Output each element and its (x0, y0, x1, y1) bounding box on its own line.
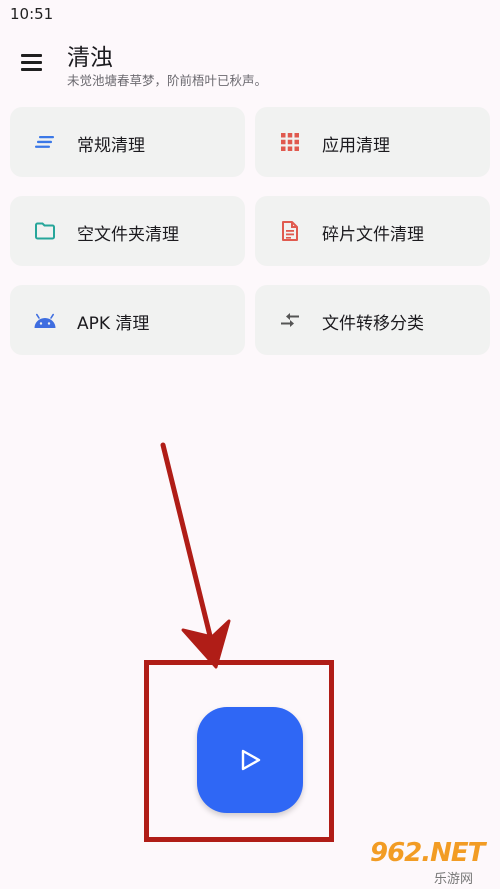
app-title: 清浊 (67, 45, 113, 71)
card-label: 文件转移分类 (322, 314, 424, 334)
card-fragment-file-clean[interactable]: 碎片文件清理 (255, 196, 490, 266)
folder-icon (35, 222, 55, 240)
card-label: APK 清理 (77, 314, 150, 334)
watermark-sub: 乐游网 (434, 872, 474, 887)
status-time: 10:51 (10, 5, 54, 23)
card-label: 常规清理 (77, 136, 145, 156)
app-header: 清浊 未觉池塘春草梦，阶前梧叶已秋声。 (0, 30, 500, 96)
start-clean-button[interactable] (197, 707, 303, 813)
card-file-transfer-sort[interactable]: 文件转移分类 (255, 285, 490, 355)
card-label: 空文件夹清理 (77, 225, 179, 245)
document-icon (282, 221, 298, 241)
card-empty-folder-clean[interactable]: 空文件夹清理 (10, 196, 245, 266)
apps-grid-icon (281, 133, 299, 151)
watermark-logo: 962.NET 乐游网 (360, 836, 496, 887)
lines-icon (35, 136, 54, 148)
android-icon (34, 313, 56, 328)
card-app-clean[interactable]: 应用清理 (255, 107, 490, 177)
app-subtitle: 未觉池塘春草梦，阶前梧叶已秋声。 (67, 73, 268, 88)
screen: 10:51 清浊 未觉池塘春草梦，阶前梧叶已秋声。 常规清理 应用清理 空文件夹… (0, 0, 500, 889)
play-icon (241, 749, 261, 771)
card-regular-clean[interactable]: 常规清理 (10, 107, 245, 177)
status-bar: 10:51 (0, 0, 500, 28)
swap-arrows-icon (281, 313, 299, 327)
card-label: 碎片文件清理 (322, 225, 424, 245)
card-label: 应用清理 (322, 136, 390, 156)
hamburger-menu-icon[interactable] (14, 45, 50, 77)
card-apk-clean[interactable]: APK 清理 (10, 285, 245, 355)
watermark-main: 962.NET (370, 838, 485, 868)
